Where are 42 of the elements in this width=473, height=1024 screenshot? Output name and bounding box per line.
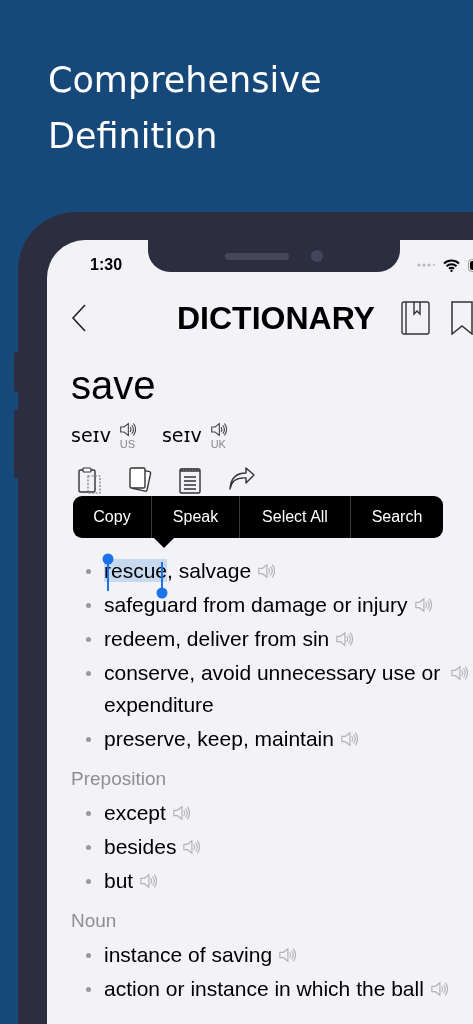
wifi-icon xyxy=(443,258,461,272)
definition-text: except xyxy=(104,800,166,826)
part-of-speech-label: Preposition xyxy=(71,767,168,791)
bullet xyxy=(86,569,91,574)
clipboard-icon[interactable] xyxy=(78,467,102,493)
bullet xyxy=(86,879,91,884)
screen-title: DICTIONARY xyxy=(177,299,375,337)
bookmark-icon[interactable] xyxy=(450,301,473,335)
region-label: US xyxy=(119,437,136,450)
region-label: UK xyxy=(210,437,226,450)
notepad-icon[interactable] xyxy=(178,467,202,493)
definition-text: instance of saving xyxy=(104,942,273,968)
pronunciation: seɪv xyxy=(71,424,111,446)
definition-text: besides xyxy=(104,834,177,860)
definition-text: action or instance in which the ball xyxy=(104,976,424,1002)
definition-text: safeguard from damage or injury xyxy=(104,592,408,618)
headword: save xyxy=(71,362,157,409)
speaker-icon[interactable] xyxy=(118,420,136,438)
bullet xyxy=(86,811,91,816)
definition-text: preserve, keep, maintain xyxy=(104,726,334,752)
bullet xyxy=(86,845,91,850)
menu-item[interactable]: Copy xyxy=(73,496,152,538)
bullet xyxy=(86,671,91,676)
bullet xyxy=(86,603,91,608)
headline: Comprehensive Definition xyxy=(47,59,323,158)
menu-item[interactable]: Search xyxy=(351,496,443,538)
definition-text: redeem, deliver from sin xyxy=(104,626,330,652)
book-icon[interactable] xyxy=(400,301,430,335)
bullet xyxy=(86,737,91,742)
signal-icon xyxy=(417,263,436,267)
menu-item[interactable]: Select All xyxy=(240,496,351,538)
back-button[interactable] xyxy=(71,303,87,333)
part-of-speech-label: Noun xyxy=(71,909,118,933)
status-time: 1:30 xyxy=(90,256,123,274)
definition-text: , salvage xyxy=(167,559,252,582)
bullet xyxy=(86,637,91,642)
pronunciation: seɪv xyxy=(161,424,202,446)
cards-icon[interactable] xyxy=(128,467,152,493)
bullet xyxy=(86,987,91,992)
bullet xyxy=(86,953,91,958)
speaker-icon[interactable] xyxy=(209,420,227,438)
definition-text: but xyxy=(104,868,134,894)
